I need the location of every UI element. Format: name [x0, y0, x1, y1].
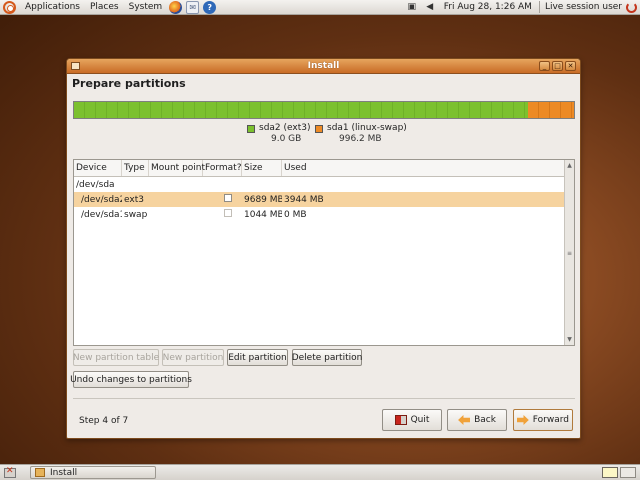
- panel-separator: [538, 1, 540, 13]
- legend-item-sda2: sda2 (ext3) 9.0 GB: [247, 123, 311, 145]
- quit-button[interactable]: Quit: [382, 409, 442, 431]
- disk-device: /dev/sda: [76, 179, 115, 190]
- legend-swatch-sda1: [315, 125, 323, 133]
- row-size: 9689 MB: [244, 194, 282, 205]
- legend-size-sda1: 996.2 MB: [339, 134, 382, 144]
- table-row-disk[interactable]: /dev/sda: [74, 177, 564, 192]
- table-row[interactable]: /dev/sda2 ext3 9689 MB 3944 MB: [74, 192, 564, 207]
- format-checkbox[interactable]: [223, 194, 232, 202]
- legend-size-sda2: 9.0 GB: [271, 134, 302, 144]
- column-header-used[interactable]: Used: [282, 160, 564, 176]
- window-title: Install: [307, 61, 340, 71]
- bottom-panel: Install: [0, 464, 640, 480]
- workspace-2[interactable]: [620, 467, 636, 478]
- table-scrollbar[interactable]: ▲ ≡ ▼: [564, 160, 574, 345]
- row-format-cell: [203, 209, 242, 220]
- edit-partition-button[interactable]: Edit partition: [227, 349, 288, 366]
- column-header-mount-point[interactable]: Mount point: [149, 160, 205, 176]
- format-checkbox[interactable]: [223, 209, 232, 217]
- clock[interactable]: Fri Aug 28, 1:26 AM: [439, 2, 537, 12]
- back-button[interactable]: Back: [447, 409, 507, 431]
- separator: [73, 398, 575, 399]
- workspace-1[interactable]: [602, 467, 618, 478]
- power-icon[interactable]: [626, 1, 637, 13]
- quit-button-label: Quit: [410, 415, 430, 425]
- install-window: Install _ □ ✕ Prepare partitions sda2 (e…: [66, 58, 581, 439]
- ubuntu-logo-icon[interactable]: [3, 0, 16, 14]
- scroll-down-icon[interactable]: ▼: [566, 336, 573, 343]
- window-menu-icon[interactable]: [71, 62, 80, 70]
- table-row[interactable]: /dev/sda1 swap 1044 MB 0 MB: [74, 207, 564, 222]
- scroll-up-icon[interactable]: ▲: [566, 162, 573, 169]
- taskbar-item-install[interactable]: Install: [30, 466, 156, 479]
- delete-partition-button[interactable]: Delete partition: [292, 349, 362, 366]
- row-format-cell: [203, 194, 242, 205]
- back-button-label: Back: [474, 415, 496, 425]
- forward-arrow-icon: [517, 415, 529, 425]
- legend-swatch-sda2: [247, 125, 255, 133]
- window-titlebar[interactable]: Install _ □ ✕: [67, 59, 580, 74]
- row-type: swap: [124, 209, 148, 220]
- column-header-size[interactable]: Size: [242, 160, 282, 176]
- row-type: ext3: [124, 194, 144, 205]
- undo-changes-button[interactable]: Undo changes to partitions: [70, 371, 192, 388]
- taskbar-item-label: Install: [50, 467, 78, 478]
- partition-usage-bar: [73, 101, 575, 119]
- new-partition-table-button[interactable]: New partition table: [73, 349, 159, 366]
- legend-item-sda1: sda1 (linux-swap) 996.2 MB: [315, 123, 407, 145]
- row-used: 0 MB: [284, 209, 307, 220]
- back-arrow-icon: [458, 415, 471, 425]
- row-used: 3944 MB: [284, 194, 324, 205]
- minimize-icon[interactable]: _: [539, 61, 550, 71]
- table-header: Device Type Mount point Format? Size Use…: [74, 160, 574, 177]
- partition-table[interactable]: Device Type Mount point Format? Size Use…: [73, 159, 575, 346]
- menu-applications[interactable]: Applications: [20, 2, 85, 12]
- network-icon[interactable]: ▣: [406, 1, 418, 13]
- row-size: 1044 MB: [244, 209, 282, 220]
- window-controls: _ □ ✕: [537, 61, 576, 71]
- mail-icon[interactable]: ✉: [186, 0, 200, 14]
- workspace-switcher: [600, 467, 636, 478]
- maximize-icon[interactable]: □: [552, 61, 563, 71]
- window-content: Prepare partitions sda2 (ext3) 9.0 GB sd…: [67, 74, 580, 438]
- partition-segment-sda2: [74, 102, 528, 118]
- forward-button[interactable]: Forward: [513, 409, 573, 431]
- help-icon[interactable]: ?: [203, 0, 217, 14]
- close-icon[interactable]: ✕: [565, 61, 576, 71]
- show-desktop-icon[interactable]: [4, 466, 16, 478]
- session-user[interactable]: Live session user: [542, 2, 626, 12]
- page-title: Prepare partitions: [72, 77, 186, 90]
- column-header-format[interactable]: Format?: [203, 160, 242, 176]
- column-header-device[interactable]: Device: [74, 160, 122, 176]
- scroll-grip-icon[interactable]: ≡: [566, 250, 573, 257]
- firefox-icon[interactable]: [169, 0, 183, 14]
- forward-button-label: Forward: [532, 415, 569, 425]
- legend-label-sda2: sda2 (ext3): [259, 123, 311, 133]
- row-device: /dev/sda2: [81, 194, 122, 205]
- row-device: /dev/sda1: [81, 209, 122, 220]
- menu-system[interactable]: System: [124, 2, 168, 12]
- menu-places[interactable]: Places: [85, 2, 124, 12]
- column-header-type[interactable]: Type: [122, 160, 149, 176]
- new-partition-button[interactable]: New partition: [162, 349, 224, 366]
- volume-icon[interactable]: ◀: [424, 1, 436, 13]
- top-panel: Applications Places System ✉ ? ▣ ◀ Fri A…: [0, 0, 640, 15]
- installer-icon: [35, 468, 45, 477]
- partition-segment-sda1: [528, 102, 574, 118]
- legend-label-sda1: sda1 (linux-swap): [327, 123, 407, 133]
- step-indicator: Step 4 of 7: [79, 416, 129, 426]
- quit-icon: [394, 415, 407, 425]
